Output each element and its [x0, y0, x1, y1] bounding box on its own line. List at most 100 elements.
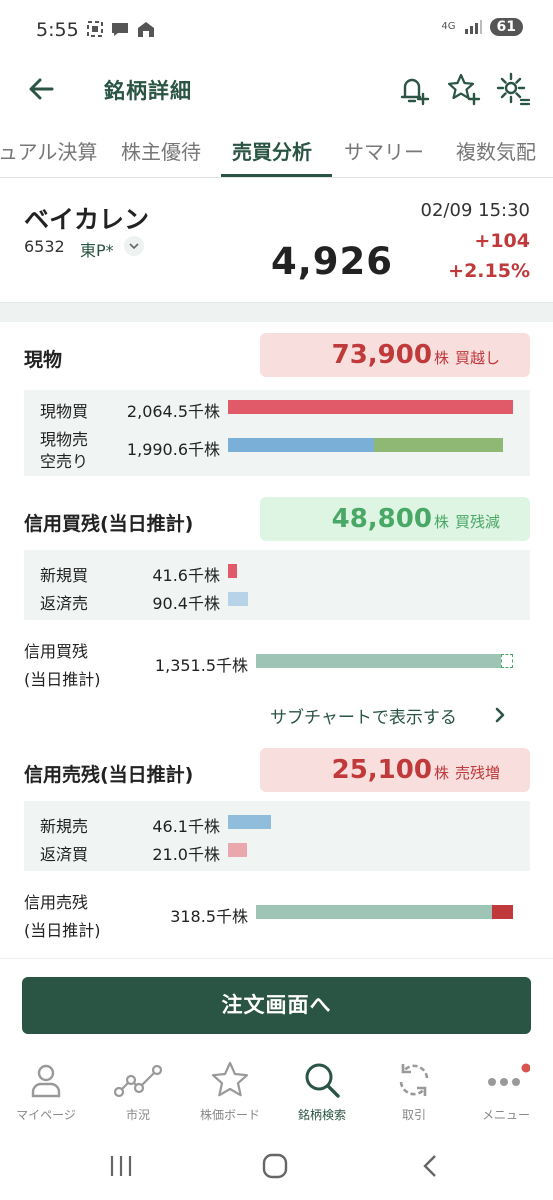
spot-net-value: 73,900 [331, 340, 432, 370]
price-change: +104 [474, 230, 530, 252]
margin-sell-total-sublabel: (当日推計) [24, 921, 101, 940]
status-time: 5:55 [36, 19, 79, 41]
bottom-navigation: マイページ 市況 株価ボード 銘柄検索 取引 メニュー [0, 1050, 553, 1138]
spot-buy-value: 2,064.5千株 [126, 402, 220, 421]
spot-net-unit: 株 [433, 349, 449, 367]
margin-buy-net-badge: 48,800 株買残減 [260, 497, 530, 541]
nav-menu-label: メニュー [481, 1108, 530, 1122]
margin-sell-net-badge: 25,100 株売残増 [260, 748, 530, 792]
spot-section-title: 現物 [24, 349, 63, 371]
margin-sell-net-value: 25,100 [331, 755, 432, 785]
recent-apps-icon[interactable] [108, 1153, 134, 1179]
spot-net-badge: 73,900 株買越し [260, 333, 530, 377]
person-icon [31, 1064, 61, 1098]
status-right: 4G 61 [441, 18, 523, 36]
nav-mypage-label: マイページ [16, 1108, 76, 1122]
chevron-right-icon[interactable] [490, 703, 510, 727]
margin-sell-net-unit: 株 [433, 764, 449, 782]
home-icon[interactable] [262, 1153, 288, 1179]
margin-new-sell-label: 新規売 [40, 817, 89, 836]
spot-breakdown: 現物買 2,064.5千株 現物売 空売り 1,990.6千株 [24, 390, 530, 476]
margin-repay-sell-label: 返済売 [40, 594, 89, 613]
market-dropdown[interactable] [124, 236, 144, 256]
chevron-down-icon [129, 243, 139, 250]
search-icon [305, 1063, 340, 1098]
status-bar: 5:55 4G 61 [0, 0, 553, 62]
tab-dual-settlement[interactable]: ュアル決算 [0, 136, 97, 165]
margin-buy-total-bar [256, 654, 501, 668]
margin-new-sell-bar [228, 815, 271, 829]
margin-sell-total-value: 318.5千株 [170, 907, 248, 926]
margin-buy-net-tag: 買残減 [454, 513, 500, 531]
signal-icon [464, 20, 482, 34]
margin-repay-sell-value: 90.4千株 [152, 594, 220, 613]
spot-buy-label: 現物買 [40, 402, 89, 421]
nav-market-label: 市況 [125, 1108, 150, 1122]
nav-trade-label: 取引 [401, 1108, 426, 1122]
spot-sell-value: 1,990.6千株 [126, 440, 220, 459]
star-icon [211, 1061, 249, 1097]
margin-repay-sell-bar [228, 592, 248, 606]
page-title: 銘柄詳細 [104, 79, 192, 103]
nav-stock-search[interactable]: 銘柄検索 [276, 1060, 368, 1123]
margin-buy-total-label: 信用買残 [24, 642, 89, 661]
margin-sell-net-tag: 売残増 [454, 764, 500, 782]
nav-mypage[interactable]: マイページ [0, 1060, 92, 1123]
market-label[interactable]: 東P* [80, 237, 114, 261]
nav-market[interactable]: 市況 [92, 1060, 184, 1123]
nav-menu[interactable]: メニュー [460, 1060, 552, 1123]
price-change-percent: +2.15% [448, 260, 530, 282]
refresh-icon [399, 1064, 429, 1096]
app-header: 銘柄詳細 [0, 62, 553, 118]
network-type: 4G [441, 21, 456, 32]
margin-buy-net-value: 48,800 [331, 504, 432, 534]
tab-summary[interactable]: サマリー [344, 136, 424, 165]
stock-summary: ベイカレン 6532 東P* 4,926 02/09 15:30 +104 +2… [0, 180, 553, 302]
margin-repay-buy-bar [228, 843, 247, 857]
alert-add-icon[interactable] [394, 70, 432, 108]
nav-price-board-label: 株価ボード [199, 1108, 260, 1122]
tab-shareholder-benefits[interactable]: 株主優待 [121, 136, 201, 165]
margin-sell-total-bar [256, 905, 492, 919]
margin-buy-total-sublabel: (当日推計) [24, 670, 101, 689]
active-tab-indicator [221, 174, 332, 177]
battery-badge: 61 [489, 18, 523, 36]
home-app-icon [138, 22, 154, 37]
subchart-link[interactable]: サブチャートで表示する [270, 703, 457, 728]
margin-new-sell-value: 46.1千株 [152, 817, 220, 836]
system-navigation [0, 1138, 553, 1200]
spot-sell-bar [228, 438, 374, 452]
margin-buy-breakdown: 新規買 41.6千株 返済売 90.4千株 [24, 550, 530, 620]
margin-buy-decrease-marker [501, 654, 513, 668]
market-chart-icon [114, 1064, 162, 1098]
margin-buy-section-title: 信用買残(当日推計) [24, 513, 194, 535]
stock-name: ベイカレン [24, 205, 150, 234]
back-icon[interactable] [418, 1153, 444, 1179]
back-arrow-icon[interactable] [24, 72, 58, 106]
nav-trade[interactable]: 取引 [368, 1060, 460, 1123]
margin-repay-buy-value: 21.0千株 [152, 845, 220, 864]
margin-new-buy-label: 新規買 [40, 566, 89, 585]
margin-sell-breakdown: 新規売 46.1千株 返済買 21.0千株 [24, 801, 530, 871]
stock-code: 6532 [24, 237, 65, 256]
settings-icon[interactable] [494, 70, 532, 108]
nav-price-board[interactable]: 株価ボード [184, 1060, 276, 1123]
margin-buy-total-value: 1,351.5千株 [154, 656, 248, 675]
nav-stock-search-label: 銘柄検索 [297, 1108, 346, 1122]
price-datetime: 02/09 15:30 [420, 200, 530, 221]
tab-bar: ュアル決算 株主優待 売買分析 サマリー 複数気配 [0, 124, 553, 178]
section-divider [0, 302, 553, 322]
current-price: 4,926 [271, 240, 394, 283]
margin-new-buy-bar [228, 564, 237, 578]
order-area: 注文画面へ [0, 958, 553, 1050]
order-screen-button[interactable]: 注文画面へ [22, 977, 531, 1034]
tab-trade-analysis[interactable]: 売買分析 [232, 136, 312, 165]
favorite-add-icon[interactable] [444, 70, 482, 108]
screenshot-icon [87, 21, 103, 37]
spot-sell-label: 現物売 [40, 430, 89, 449]
short-sell-bar [374, 438, 503, 452]
margin-sell-increase-bar [492, 905, 513, 919]
margin-sell-section-title: 信用売残(当日推計) [24, 764, 194, 786]
tab-multiple-quotes[interactable]: 複数気配 [456, 136, 536, 165]
more-icon [488, 1063, 530, 1086]
